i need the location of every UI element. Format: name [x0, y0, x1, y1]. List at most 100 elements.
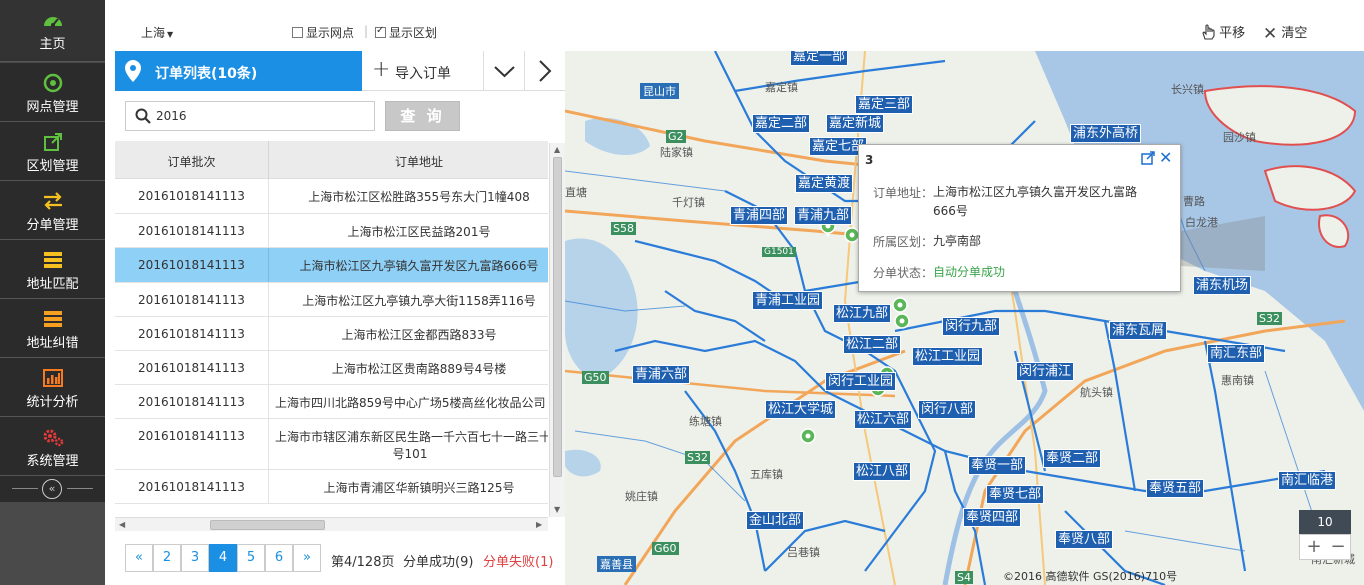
page-button-current[interactable]: 4 — [209, 544, 237, 572]
close-icon[interactable]: ✕ — [1159, 148, 1172, 167]
region-label[interactable]: 松江二部 — [843, 335, 902, 354]
region-label[interactable]: 嘉定新城 — [826, 114, 885, 133]
scroll-up-icon[interactable]: ▲ — [554, 145, 560, 154]
table-row[interactable]: 20161018141113 上海市市辖区浦东新区民生路一千六百七十一路三十 号1… — [115, 419, 548, 470]
scroll-thumb[interactable] — [553, 157, 562, 477]
table-row[interactable]: 20161018141113 上海市四川北路859号中心广场5楼高丝化妆品公司 — [115, 385, 548, 419]
page-button[interactable]: 6 — [265, 544, 293, 572]
pan-button[interactable]: 平移 — [1201, 22, 1245, 41]
show-points-label: 显示网点 — [306, 26, 355, 40]
pan-label: 平移 — [1219, 26, 1246, 41]
show-points-checkbox[interactable]: 显示网点 — [292, 24, 354, 41]
table-row[interactable]: 20161018141113 上海市松江区松胜路355号东大门1幢408 — [115, 179, 548, 214]
region-label[interactable]: 浦东瓦屑 — [1109, 321, 1168, 340]
chevron-down-icon — [494, 66, 515, 78]
import-orders-button[interactable]: + 导入订单 — [362, 51, 484, 91]
region-label[interactable]: 奉贤四部 — [963, 508, 1022, 527]
region-label[interactable]: 奉贤二部 — [1043, 449, 1102, 468]
table-row[interactable]: 20161018141113 上海市松江区贵南路889号4号楼 — [115, 351, 548, 385]
region-label[interactable]: 嘉定一部 — [790, 51, 849, 66]
nav-address-match[interactable]: 地址匹配 — [0, 240, 105, 299]
region-label[interactable]: 松江工业园 — [912, 347, 984, 366]
zoom-out-button[interactable]: − — [1328, 536, 1348, 557]
table-vertical-scrollbar[interactable]: ▲ ▼ — [549, 143, 565, 517]
table-row[interactable]: 20161018141113 上海市松江区民益路201号 — [115, 214, 548, 248]
region-label[interactable]: 嘉定三部 — [855, 95, 914, 114]
table-row[interactable]: 20161018141113 上海市青浦区华新镇明兴三路125号 — [115, 470, 548, 504]
search-box — [125, 101, 375, 131]
region-label[interactable]: 青浦九部 — [794, 206, 853, 225]
region-label[interactable]: 松江九部 — [833, 304, 892, 323]
region-label[interactable]: 青浦工业园 — [752, 291, 824, 310]
map-pin-icon — [125, 60, 141, 82]
dispatch-fail-count[interactable]: 分单失败(1) — [483, 551, 553, 570]
city-select[interactable]: 上海 ▼ — [141, 24, 173, 41]
table-row-selected[interactable]: 20161018141113 上海市松江区九亭镇久富开发区九富路666号 — [115, 248, 548, 283]
region-label[interactable]: 闵行九部 — [942, 317, 1001, 336]
page-prev-button[interactable]: « — [125, 544, 153, 572]
search-input[interactable] — [156, 106, 366, 126]
page-button[interactable]: 5 — [237, 544, 265, 572]
nav-statistics[interactable]: 统计分析 — [0, 358, 105, 417]
cell-batch: 20161018141113 — [138, 258, 245, 272]
hand-icon — [1202, 24, 1215, 40]
scroll-thumb[interactable] — [210, 520, 325, 530]
nav-system[interactable]: 系统管理 — [0, 417, 105, 476]
map-view[interactable]: G2 S58 G1501 S32 G50 S32 G60 S4 嘉定镇 昆山市 … — [565, 51, 1364, 585]
region-label[interactable]: 奉贤一部 — [968, 456, 1027, 475]
region-label[interactable]: 松江大学城 — [765, 400, 837, 419]
page-next-button[interactable]: » — [293, 544, 321, 572]
region-label[interactable]: 闵行八部 — [918, 400, 977, 419]
cell-batch: 20161018141113 — [138, 395, 245, 409]
region-label[interactable]: 奉贤七部 — [986, 485, 1045, 504]
nav-outlets[interactable]: 网点管理 — [0, 63, 105, 122]
expand-dropdown-button[interactable] — [484, 51, 525, 91]
zoom-in-button[interactable]: + — [1304, 536, 1324, 557]
region-label[interactable]: 嘉定黄渡 — [795, 174, 854, 193]
checkbox-icon — [292, 27, 303, 38]
town-label: 陆家镇 — [660, 146, 693, 159]
region-label[interactable]: 闵行浦江 — [1016, 362, 1075, 381]
region-label[interactable]: 嘉定二部 — [752, 114, 811, 133]
page-button[interactable]: 3 — [181, 544, 209, 572]
scroll-down-icon[interactable]: ▼ — [554, 505, 560, 514]
table-row[interactable]: 20161018141113 上海市松江区九亭镇九亭大街1158弄116号 — [115, 283, 548, 317]
region-label[interactable]: 青浦四部 — [730, 206, 789, 225]
region-label[interactable]: 奉贤五部 — [1146, 479, 1205, 498]
region-label[interactable]: 青浦六部 — [632, 365, 691, 384]
zoom-level: 10 — [1299, 510, 1351, 534]
show-districts-checkbox[interactable]: 显示区划 — [375, 24, 437, 41]
scroll-right-icon[interactable]: ▶ — [536, 520, 542, 529]
region-label[interactable]: 金山北部 — [746, 511, 805, 530]
bar-chart-icon — [42, 369, 63, 387]
scroll-left-icon[interactable]: ◀ — [119, 520, 125, 529]
nav-districts[interactable]: 区划管理 — [0, 122, 105, 181]
collapse-icon[interactable]: « — [42, 479, 62, 499]
nav-districts-label: 区划管理 — [26, 159, 79, 174]
town-label: 嘉善县 — [597, 556, 636, 572]
region-label[interactable]: 松江八部 — [853, 462, 912, 481]
region-label[interactable]: 浦东机场 — [1193, 276, 1252, 295]
region-label[interactable]: 南汇临港 — [1278, 471, 1337, 490]
query-button[interactable]: 查 询 — [385, 101, 460, 131]
column-header-batch[interactable]: 订单批次 — [115, 153, 268, 170]
dispatch-success-count[interactable]: 分单成功(9) — [403, 551, 473, 570]
region-label[interactable]: 奉贤八部 — [1055, 530, 1114, 549]
region-label[interactable]: 闵行工业园 — [825, 372, 897, 391]
region-label[interactable]: 松江六部 — [854, 410, 913, 429]
tab-order-list[interactable]: 订单列表(10条) — [115, 51, 362, 91]
nav-home[interactable]: 主页 — [0, 0, 105, 62]
column-header-address[interactable]: 订单地址 — [269, 153, 548, 170]
page-button[interactable]: 2 — [153, 544, 181, 572]
region-label[interactable]: 浦东外高桥 — [1070, 124, 1142, 143]
table-horizontal-scrollbar[interactable]: ◀ ▶ — [115, 517, 548, 531]
region-label[interactable]: 南汇东部 — [1207, 344, 1266, 363]
cell-address: 上海市松江区民益路201号 — [347, 225, 491, 239]
next-panel-button[interactable] — [525, 51, 565, 91]
table-row[interactable]: 20161018141113 上海市松江区金都西路833号 — [115, 317, 548, 351]
nav-address-fix[interactable]: 地址纠错 — [0, 299, 105, 358]
edit-icon[interactable] — [1141, 151, 1155, 165]
nav-dispatch[interactable]: 分单管理 — [0, 181, 105, 240]
clear-button[interactable]: ✕ 清空 — [1263, 22, 1307, 44]
popup-status-value: 自动分单成功 — [933, 265, 1006, 279]
